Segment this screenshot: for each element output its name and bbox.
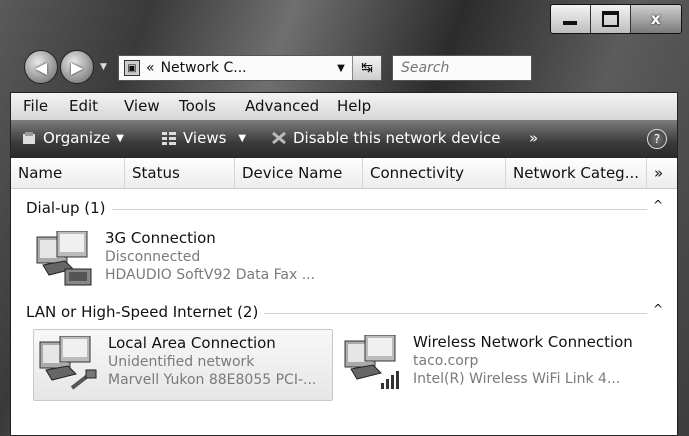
group-header-dialup[interactable]: Dial-up (1) ^ — [11, 198, 677, 219]
address-text[interactable]: Network C... — [161, 60, 330, 76]
disable-x-icon — [272, 131, 286, 145]
disable-device-label: Disable this network device — [293, 129, 501, 147]
menu-advanced[interactable]: Advanced — [245, 97, 319, 115]
organize-label: Organize — [43, 129, 111, 147]
caption-buttons: x — [550, 4, 682, 34]
menu-tools[interactable]: Tools — [179, 97, 216, 115]
more-commands-button[interactable]: » — [529, 129, 538, 147]
more-columns-button[interactable]: » — [647, 158, 678, 188]
views-dropdown-icon: ▼ — [238, 132, 247, 144]
maximize-button[interactable] — [591, 5, 631, 33]
explorer-window: x ◀ ▶ ▼ ▣ « Network C... ▼ ↹ Search File… — [0, 0, 689, 436]
network-folder-icon: ▣ — [124, 60, 140, 76]
connection-device: HDAUDIO SoftV92 Data Fax ... — [105, 267, 316, 283]
menu-edit[interactable]: Edit — [69, 97, 98, 115]
connection-name: Wireless Network Connection — [413, 333, 633, 351]
address-breadcrumb-chevron[interactable]: « — [146, 60, 155, 76]
views-button[interactable]: Views ▼ — [161, 129, 246, 147]
wireless-connection-icon — [344, 335, 399, 389]
connection-item-3g[interactable]: 3G Connection Disconnected HDAUDIO SoftV… — [31, 225, 331, 295]
maximize-icon — [601, 11, 619, 27]
lan-connection-icon — [39, 336, 97, 390]
column-header-name[interactable]: Name — [11, 158, 125, 188]
views-label: Views — [183, 129, 227, 147]
refresh-button[interactable]: ↹ — [352, 56, 381, 80]
forward-button[interactable]: ▶ — [60, 50, 94, 84]
group-label: Dial-up (1) — [26, 199, 112, 217]
connection-name: 3G Connection — [105, 229, 216, 247]
connection-status: Disconnected — [105, 249, 201, 265]
connection-device: Marvell Yukon 88E8055 PCI-... — [108, 372, 317, 388]
column-header-connectivity[interactable]: Connectivity — [363, 158, 506, 188]
group-divider — [26, 209, 647, 210]
forward-arrow-icon: ▶ — [70, 57, 84, 77]
help-button[interactable]: ? — [647, 129, 667, 149]
connection-name: Local Area Connection — [108, 334, 276, 352]
address-dropdown-icon[interactable]: ▼ — [330, 63, 352, 74]
search-input[interactable]: Search — [392, 55, 532, 81]
collapse-chevron-icon[interactable]: ^ — [653, 198, 663, 212]
menu-help[interactable]: Help — [337, 97, 371, 115]
column-header-device-name[interactable]: Device Name — [235, 158, 363, 188]
refresh-icon: ↹ — [361, 60, 373, 76]
disable-device-button[interactable]: Disable this network device — [271, 129, 501, 147]
more-commands-icon: » — [529, 129, 539, 147]
help-icon: ? — [653, 132, 661, 146]
views-icon — [162, 132, 176, 145]
minimize-button[interactable] — [551, 5, 591, 33]
connection-status: Unidentified network — [108, 354, 255, 370]
connection-device: Intel(R) Wireless WiFi Link 4... — [413, 371, 621, 387]
column-headers: Name Status Device Name Connectivity Net… — [11, 158, 677, 189]
recent-pages-dropdown-icon[interactable]: ▼ — [100, 62, 107, 72]
close-icon: x — [650, 10, 661, 28]
organize-button[interactable]: Organize ▼ — [21, 129, 124, 147]
organize-icon — [23, 132, 35, 144]
connection-item-wireless[interactable]: Wireless Network Connection taco.corp In… — [339, 329, 669, 399]
menu-bar: File Edit View Tools Advanced Help — [11, 93, 677, 121]
address-bar[interactable]: ▣ « Network C... ▼ ↹ — [118, 55, 382, 81]
content-pane: File Edit View Tools Advanced Help Organ… — [10, 92, 678, 436]
navigation-buttons: ◀ ▶ ▼ — [24, 50, 107, 84]
command-bar: Organize ▼ Views ▼ Disable this network … — [11, 120, 677, 158]
menu-file[interactable]: File — [23, 97, 48, 115]
collapse-chevron-icon[interactable]: ^ — [653, 302, 663, 316]
group-label: LAN or High-Speed Internet (2) — [26, 303, 265, 321]
close-button[interactable]: x — [630, 5, 681, 33]
back-arrow-icon: ◀ — [34, 57, 48, 77]
back-button[interactable]: ◀ — [24, 50, 58, 84]
organize-dropdown-icon: ▼ — [116, 132, 124, 144]
menu-view[interactable]: View — [124, 97, 160, 115]
connection-item-local-area[interactable]: Local Area Connection Unidentified netwo… — [33, 329, 333, 401]
minimize-icon — [563, 21, 578, 25]
column-header-network-category[interactable]: Network Categ... — [506, 158, 647, 188]
modem-connection-icon — [36, 231, 92, 286]
connection-status: taco.corp — [413, 353, 479, 369]
group-header-lan[interactable]: LAN or High-Speed Internet (2) ^ — [11, 302, 677, 323]
column-header-status[interactable]: Status — [125, 158, 235, 188]
